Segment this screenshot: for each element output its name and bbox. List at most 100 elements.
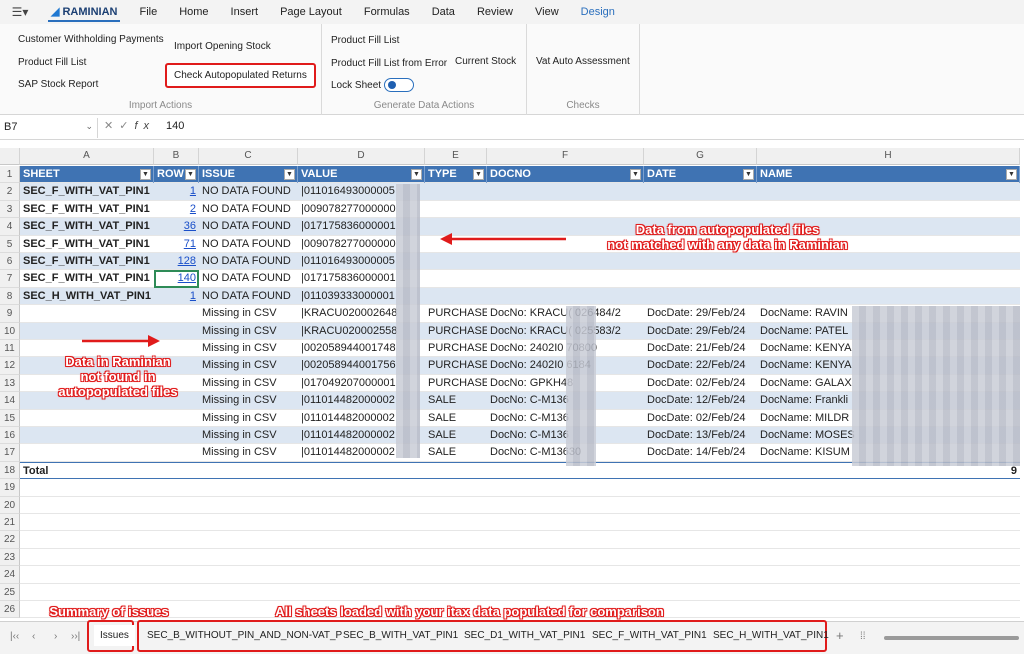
row-number[interactable]: 24 — [0, 566, 20, 584]
filter-dropdown-icon[interactable]: ▼ — [743, 169, 754, 180]
filter-dropdown-icon[interactable]: ▼ — [185, 169, 196, 180]
cell-row[interactable]: 2 — [154, 201, 199, 218]
col-header-d[interactable]: D — [298, 148, 425, 165]
tab-insert[interactable]: Insert — [220, 0, 270, 24]
row-number[interactable]: 7 — [0, 270, 20, 288]
last-sheet-icon[interactable]: ››| — [71, 631, 80, 642]
prev-sheet-icon[interactable]: ‹ — [32, 631, 35, 642]
row-number[interactable]: 19 — [0, 479, 20, 497]
cancel-icon[interactable]: ✕ — [104, 120, 119, 132]
empty-row[interactable] — [20, 497, 1020, 514]
col-header-h[interactable]: H — [757, 148, 1020, 165]
tab-file[interactable]: File — [128, 0, 168, 24]
empty-row[interactable] — [20, 479, 1020, 497]
horizontal-scrollbar[interactable] — [884, 636, 1019, 640]
row-number[interactable]: 25 — [0, 583, 20, 601]
cell-row[interactable]: 36 — [154, 218, 199, 235]
row-number[interactable]: 16 — [0, 427, 20, 445]
row-number[interactable]: 22 — [0, 531, 20, 549]
row-number[interactable]: 11 — [0, 340, 20, 358]
row-number[interactable]: 21 — [0, 514, 20, 532]
row-number[interactable]: 6 — [0, 253, 20, 271]
filter-dropdown-icon[interactable]: ▼ — [473, 169, 484, 180]
row-number[interactable]: 4 — [0, 218, 20, 236]
tab-page-layout[interactable]: Page Layout — [269, 0, 353, 24]
cell-row[interactable]: 1 — [154, 183, 199, 200]
tab-data[interactable]: Data — [421, 0, 466, 24]
tab-design[interactable]: Design — [570, 0, 626, 24]
function-icon[interactable]: fx — [134, 120, 155, 132]
next-sheet-icon[interactable]: › — [54, 631, 57, 642]
sheet-tab-sec-b-without-pin[interactable]: SEC_B_WITHOUT_PIN_AND_NON-VAT_P — [147, 630, 342, 641]
tab-raminian[interactable]: ◢ RAMINIAN — [40, 0, 128, 24]
filter-dropdown-icon[interactable]: ▼ — [1006, 169, 1017, 180]
filter-dropdown-icon[interactable]: ▼ — [411, 169, 422, 180]
cell-row[interactable]: 1 — [154, 288, 199, 305]
sheet-tab-sec-f-with-vat[interactable]: SEC_F_WITH_VAT_PIN1 — [592, 630, 707, 641]
customer-withholding-button[interactable]: Customer Withholding Payments — [18, 34, 164, 45]
cell-row[interactable]: 128 — [154, 253, 199, 270]
row-number[interactable]: 1 — [0, 166, 20, 184]
row-number[interactable]: 13 — [0, 374, 20, 393]
lock-sheet-toggle[interactable] — [384, 78, 414, 92]
row-number[interactable]: 3 — [0, 200, 20, 219]
cell-date: DocDate: 14/Feb/24 — [647, 446, 746, 459]
row-number[interactable]: 10 — [0, 322, 20, 340]
import-opening-stock-button[interactable]: Import Opening Stock — [174, 41, 271, 52]
tab-formulas[interactable]: Formulas — [353, 0, 421, 24]
row-number[interactable]: 17 — [0, 444, 20, 462]
select-all-corner[interactable] — [0, 148, 20, 165]
chevron-down-icon[interactable]: ⌄ — [85, 121, 93, 132]
sheet-tab-issues[interactable]: Issues — [94, 625, 135, 646]
first-sheet-icon[interactable]: |‹‹ — [10, 631, 19, 642]
product-fill-list-button[interactable]: Product Fill List — [331, 35, 399, 46]
row-number[interactable]: 23 — [0, 548, 20, 567]
row-number[interactable]: 26 — [0, 601, 20, 619]
sheet-tab-sec-h-with-vat[interactable]: SEC_H_WITH_VAT_PIN1 — [713, 630, 829, 641]
row-number[interactable]: 15 — [0, 409, 20, 427]
col-header-c[interactable]: C — [199, 148, 298, 165]
name-box[interactable]: B7 ⌄ — [0, 118, 98, 138]
col-header-f[interactable]: F — [487, 148, 644, 165]
row-number[interactable]: 12 — [0, 357, 20, 375]
row-number[interactable]: 8 — [0, 287, 20, 306]
empty-row[interactable] — [20, 514, 1020, 532]
cell-issue: Missing in CSV — [202, 307, 277, 320]
tab-home[interactable]: Home — [168, 0, 219, 24]
col-header-b[interactable]: B — [154, 148, 199, 165]
col-header-e[interactable]: E — [425, 148, 487, 165]
empty-row[interactable] — [20, 566, 1020, 584]
current-stock-button[interactable]: Current Stock — [455, 56, 516, 67]
check-autopopulated-returns-button[interactable]: Check Autopopulated Returns — [165, 63, 316, 88]
row-number[interactable]: 14 — [0, 392, 20, 410]
empty-row[interactable] — [20, 549, 1020, 567]
cell-row[interactable]: 140 — [154, 270, 199, 288]
drag-handle-icon[interactable]: ⁞⁞ — [860, 631, 866, 642]
check-icon[interactable]: ✓ — [119, 120, 134, 132]
empty-row[interactable] — [20, 531, 1020, 549]
app-menu-icon[interactable]: ☰▾ — [0, 0, 40, 24]
filter-dropdown-icon[interactable]: ▼ — [140, 169, 151, 180]
tab-view[interactable]: View — [524, 0, 570, 24]
sheet-tab-sec-b-with-vat[interactable]: SEC_B_WITH_VAT_PIN1 — [343, 630, 458, 641]
col-header-a[interactable]: A — [20, 148, 154, 165]
row-number[interactable]: 9 — [0, 305, 20, 323]
sheet-tab-sec-d1-with-vat[interactable]: SEC_D1_WITH_VAT_PIN1 — [464, 630, 585, 641]
add-sheet-icon[interactable]: + — [836, 628, 844, 643]
row-number[interactable]: 2 — [0, 183, 20, 201]
row-number[interactable]: 20 — [0, 496, 20, 514]
empty-row[interactable] — [20, 584, 1020, 601]
product-fill-list-import-button[interactable]: Product Fill List — [18, 57, 86, 68]
cell-row[interactable]: 71 — [154, 236, 199, 253]
tab-raminian-label: RAMINIAN — [62, 6, 118, 18]
col-header-g[interactable]: G — [644, 148, 757, 165]
formula-input[interactable]: 140 — [166, 120, 184, 132]
row-number[interactable]: 5 — [0, 235, 20, 253]
filter-dropdown-icon[interactable]: ▼ — [284, 169, 295, 180]
tab-review[interactable]: Review — [466, 0, 524, 24]
filter-dropdown-icon[interactable]: ▼ — [630, 169, 641, 180]
vat-auto-assessment-button[interactable]: Vat Auto Assessment — [536, 56, 630, 67]
sap-stock-report-button[interactable]: SAP Stock Report — [18, 79, 98, 90]
product-fill-list-error-button[interactable]: Product Fill List from Error — [331, 58, 447, 69]
row-number[interactable]: 18 — [0, 461, 20, 480]
